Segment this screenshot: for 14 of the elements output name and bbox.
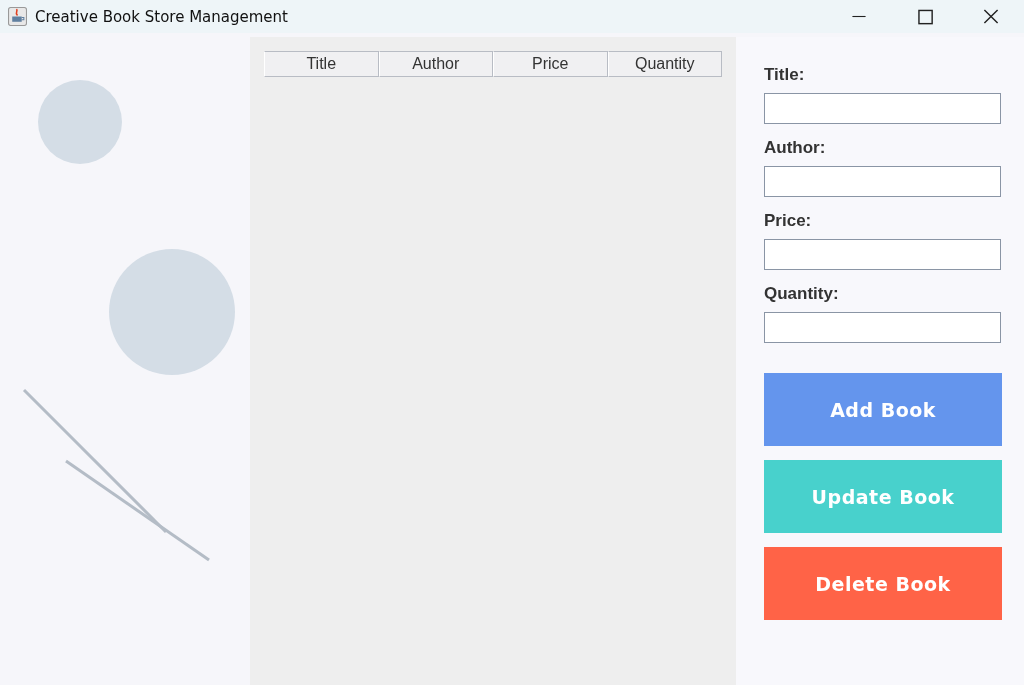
column-header[interactable]: Quantity — [607, 51, 722, 77]
input-field[interactable] — [764, 239, 1001, 270]
field-label: Title: — [764, 65, 806, 85]
column-header[interactable]: Price — [493, 51, 608, 77]
column-header[interactable]: Author — [378, 51, 493, 77]
window-title: Creative Book Store Management — [35, 7, 288, 26]
field-label: Quantity: — [764, 284, 840, 304]
input-field[interactable] — [764, 166, 1001, 197]
column-header[interactable]: Title — [264, 51, 379, 77]
field-label: Price: — [764, 211, 813, 231]
field-label: Author: — [764, 138, 827, 158]
input-field[interactable] — [764, 93, 1001, 124]
input-field[interactable] — [764, 312, 1001, 343]
coffee-cup-icon — [8, 7, 27, 26]
